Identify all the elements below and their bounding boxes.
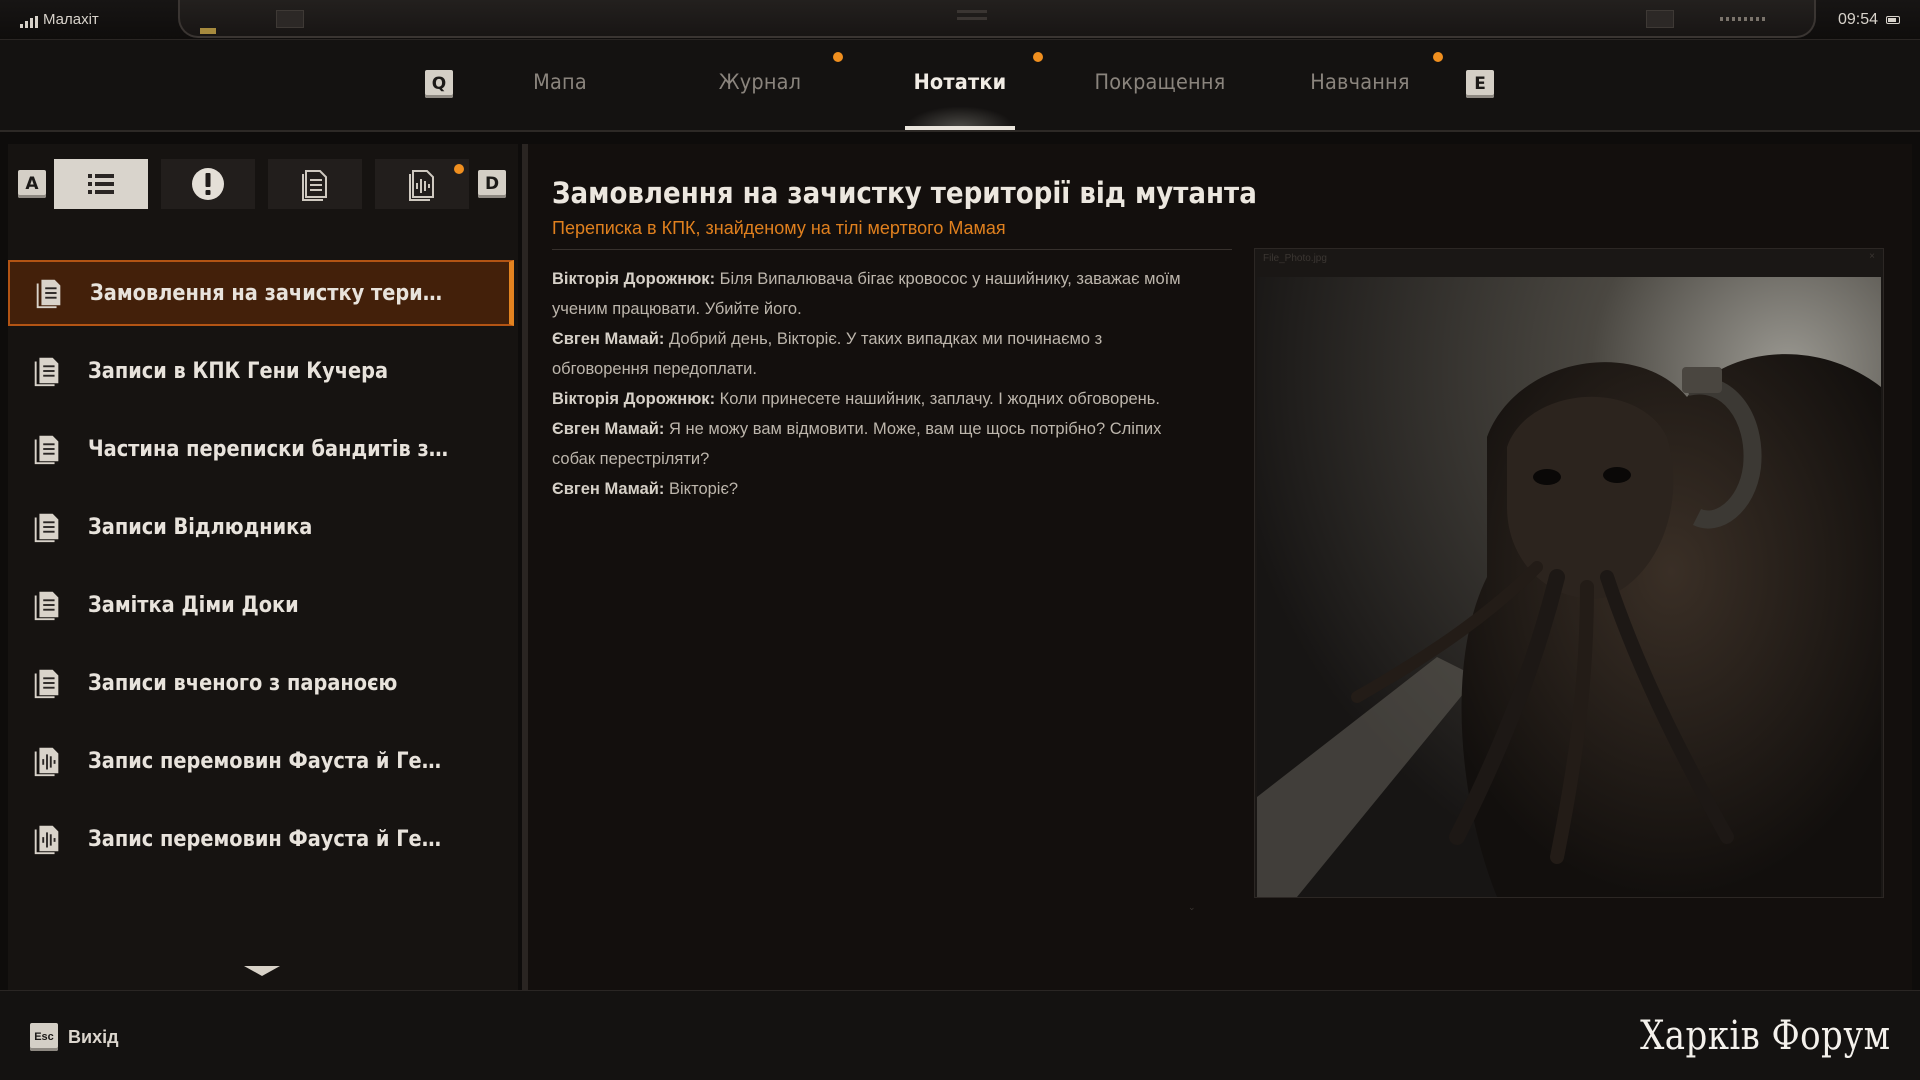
note-detail-panel: Замовлення на зачистку території від мут… <box>522 144 1912 990</box>
message-speaker: Вікторія Дорожнюк: <box>552 390 716 408</box>
note-title: Замовлення на зачистку території від мут… <box>552 176 1257 210</box>
list-item[interactable]: Запис перемовин Фауста й Германа, ч. 2 <box>8 806 514 872</box>
prev-tab-key[interactable]: Q <box>425 70 453 98</box>
note-icon <box>34 591 59 621</box>
message-speaker: Євген Мамай: <box>552 330 665 348</box>
scroll-down-icon[interactable] <box>244 966 280 976</box>
battery-icon <box>1886 16 1900 24</box>
tab-training[interactable]: Навчання <box>1273 70 1448 110</box>
filter-all-button[interactable] <box>54 159 148 209</box>
list-item-label: Частина переписки бандитів з Горілого лі… <box>88 436 449 462</box>
bloodsucker-image <box>1257 277 1881 897</box>
tab-journal[interactable]: Журнал <box>673 70 848 110</box>
audio-notification-dot <box>454 164 464 174</box>
list-item-label: Запис перемовин Фауста й Германа, ч. 3 <box>88 748 449 774</box>
filter-notes-button[interactable] <box>268 159 362 209</box>
list-item-label: Замітка Діми Доки <box>88 592 299 618</box>
note-icon <box>36 279 61 309</box>
next-filter-key[interactable]: D <box>478 170 506 198</box>
message-text: Коли принесете нашийник, заплачу. І жодн… <box>715 390 1160 408</box>
list-item[interactable]: Замовлення на зачистку території від мут… <box>8 260 514 326</box>
esc-key[interactable]: Esc <box>30 1023 58 1051</box>
frame-indicator <box>200 28 216 34</box>
exclamation-icon <box>192 168 224 200</box>
audio-icon <box>34 825 59 855</box>
tab-notes[interactable]: Нотатки <box>873 70 1048 110</box>
footer-bar: Esc Вихід Харків Форум <box>0 990 1920 1080</box>
clock: 09:54 <box>1838 11 1900 29</box>
carrier: Малахіт <box>20 11 99 28</box>
message-line: Євген Мамай: Я не можу вам відмовити. Мо… <box>552 414 1192 474</box>
audio-icon <box>409 170 434 201</box>
note-subtitle: Переписка в КПК, знайденому на тілі мерт… <box>552 218 1006 238</box>
active-tab-underline <box>905 126 1015 130</box>
photo-close-icon: × <box>1869 251 1875 262</box>
notes-list-panel: A D Замовлення на зачистку терито Записи… <box>8 144 518 990</box>
list-item[interactable]: Частина переписки бандитів з Горілого лі… <box>8 416 514 482</box>
prev-filter-key[interactable]: A <box>18 170 46 198</box>
frame-dots <box>1720 17 1768 21</box>
list-item-label: Запис перемовин Фауста й Германа, ч. 2 <box>88 826 449 852</box>
training-notification-dot <box>1433 52 1443 62</box>
message-speaker: Євген Мамай: <box>552 420 665 438</box>
frame-notch <box>276 10 304 28</box>
note-icon <box>34 357 59 387</box>
frame-notch <box>1646 10 1674 28</box>
notes-list: Замовлення на зачистку території від мут… <box>8 260 514 884</box>
note-icon <box>34 435 59 465</box>
carrier-name: Малахіт <box>43 11 99 28</box>
list-item[interactable]: Записи в КПК Гени Кучера <box>8 338 514 404</box>
message-speaker: Вікторія Дорожнюк: <box>552 270 716 288</box>
message-speaker: Євген Мамай: <box>552 480 665 498</box>
signal-icon <box>20 16 38 28</box>
message-line: Вікторія Дорожнюк: Біля Випалювача бігає… <box>552 264 1192 324</box>
list-item[interactable]: Замітка Діми Доки <box>8 572 514 638</box>
frame-handle <box>957 10 987 20</box>
message-text: Вікторіє? <box>664 480 739 498</box>
filter-important-button[interactable] <box>161 159 255 209</box>
list-item[interactable]: Записи Відлюдника <box>8 494 514 560</box>
list-item[interactable]: Записи вченого з параноєю <box>8 650 514 716</box>
active-tab-glow <box>905 106 1015 128</box>
list-item-label: Замовлення на зачистку території від мут… <box>90 280 451 306</box>
list-item[interactable]: Запис перемовин Фауста й Германа, ч. 3 <box>8 728 514 794</box>
message-line: Євген Мамай: Вікторіє? <box>552 474 1192 504</box>
watermark: Харків Форум <box>1639 1013 1890 1059</box>
document-icon <box>302 170 327 201</box>
message-line: Вікторія Дорожнюк: Коли принесете нашийн… <box>552 384 1192 414</box>
journal-notification-dot <box>833 52 843 62</box>
list-item-label: Записи в КПК Гени Кучера <box>88 358 389 384</box>
photo-caption: File_Photo.jpg <box>1263 253 1327 264</box>
main-tabs: Q Мапа Журнал Нотатки Покращення Навчанн… <box>0 40 1920 132</box>
list-icon <box>88 174 114 194</box>
divider <box>552 249 1232 250</box>
exit-button[interactable]: Вихід <box>68 1027 119 1048</box>
device-frame <box>178 0 1816 38</box>
tab-map[interactable]: Мапа <box>473 70 648 110</box>
status-bar: Малахіт 09:54 <box>0 0 1920 40</box>
photo-footer-icon: ⌄ <box>1188 902 1196 912</box>
note-icon <box>34 669 59 699</box>
audio-icon <box>34 747 59 777</box>
next-tab-key[interactable]: E <box>1466 70 1494 98</box>
tab-upgrades[interactable]: Покращення <box>1073 70 1248 110</box>
note-icon <box>34 513 59 543</box>
list-item-label: Записи Відлюдника <box>88 514 313 540</box>
clock-time: 09:54 <box>1837 11 1878 28</box>
list-item-label: Записи вченого з параноєю <box>88 670 398 696</box>
note-body: Вікторія Дорожнюк: Біля Випалювача бігає… <box>552 264 1192 504</box>
attached-photo: File_Photo.jpg × <box>1254 248 1884 898</box>
message-line: Євген Мамай: Добрий день, Вікторіє. У та… <box>552 324 1192 384</box>
notes-notification-dot <box>1033 52 1043 62</box>
